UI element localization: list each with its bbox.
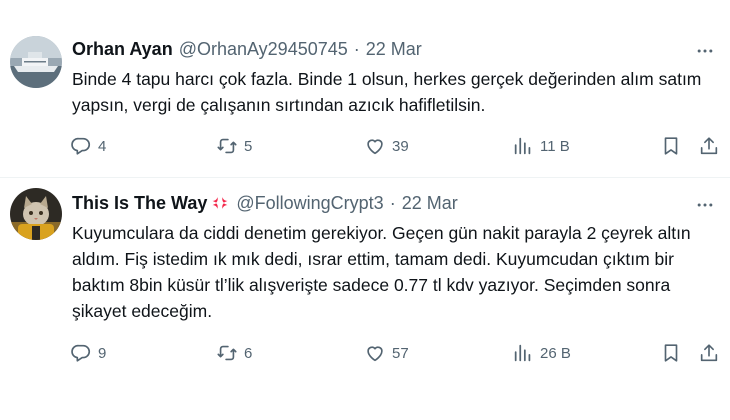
share-button[interactable] [698,340,720,366]
retweet-count: 6 [244,344,253,362]
share-icon [700,344,718,362]
share-icon [700,137,718,155]
retweet-icon [217,345,237,361]
tweet-text: Binde 4 tapu harcı çok fazla. Binde 1 ol… [72,69,702,115]
reply-icon [71,344,91,362]
avatar-cat-image [10,188,62,240]
bookmark-button[interactable] [660,133,682,159]
like-icon [367,139,383,155]
reply-icon [71,137,91,155]
like-count: 39 [392,137,409,155]
views-icon [514,344,531,362]
more-button[interactable] [694,40,716,62]
bookmark-button[interactable] [660,340,682,366]
retweet-icon [217,138,237,154]
author-handle[interactable]: @FollowingCrypt3 [236,193,383,214]
avatar-ship-image [10,36,62,88]
retweet-button[interactable]: 6 [216,340,252,366]
share-button[interactable] [698,133,720,159]
like-button[interactable]: 39 [364,133,409,159]
views-button[interactable]: 26 B [512,340,571,366]
tweet-text: Kuyumculara da ciddi denetim gerekiyor. … [72,223,691,321]
views-icon [514,137,531,155]
reply-button[interactable]: 4 [70,133,106,159]
reply-count: 4 [98,137,107,155]
retweet-count: 5 [244,137,253,155]
tweet[interactable]: This Is The Way @FollowingCrypt3 · 22 Ma… [0,178,730,420]
avatar[interactable] [10,36,62,88]
tweet-header: This Is The Way @FollowingCrypt3 · 22 Ma… [72,190,458,216]
more-button[interactable] [694,194,716,216]
tweet-feed: Orhan Ayan @OrhanAy29450745 · 22 Mar Bin… [0,0,730,420]
action-bar: 4 5 39 11 B [68,133,724,159]
tweet[interactable]: Orhan Ayan @OrhanAy29450745 · 22 Mar Bin… [0,0,730,177]
reply-button[interactable]: 9 [70,340,106,366]
retweet-button[interactable]: 5 [216,133,252,159]
bookmark-icon [664,344,678,362]
avatar[interactable] [10,188,62,240]
more-icon [697,49,713,53]
separator-dot: · [353,38,360,59]
author-name[interactable]: This Is The Way [72,193,207,214]
action-bar: 9 6 57 26 B [68,340,724,366]
anger-symbol-icon [212,197,228,209]
separator-dot: · [389,192,396,213]
views-button[interactable]: 11 B [512,133,570,159]
like-button[interactable]: 57 [364,340,409,366]
bookmark-icon [664,137,678,155]
tweet-date[interactable]: 22 Mar [366,39,422,60]
like-count: 57 [392,344,409,362]
view-count: 11 B [540,137,570,155]
tweet-header: Orhan Ayan @OrhanAy29450745 · 22 Mar [72,36,422,62]
like-icon [367,346,383,362]
tweet-date[interactable]: 22 Mar [402,193,458,214]
author-handle[interactable]: @OrhanAy29450745 [179,39,348,60]
reply-count: 9 [98,344,107,362]
author-name[interactable]: Orhan Ayan [72,39,173,60]
more-icon [697,203,713,207]
view-count: 26 B [540,344,571,362]
